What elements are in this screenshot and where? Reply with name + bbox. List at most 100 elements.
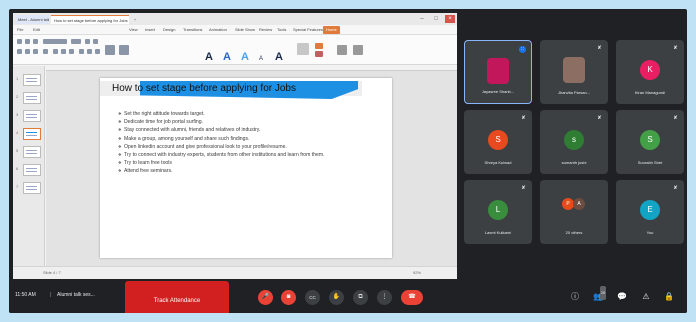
- captions-icon[interactable]: CC: [305, 290, 320, 305]
- new-tab-button[interactable]: +: [131, 15, 139, 24]
- slide-bullet: Set the right attitude towards target.: [118, 110, 386, 118]
- camera-off-icon[interactable]: ◙: [281, 290, 296, 305]
- chat-icon[interactable]: 💬: [615, 290, 629, 304]
- more-options-icon[interactable]: ⋮: [377, 290, 392, 305]
- menu-tools[interactable]: Tools: [277, 26, 286, 34]
- participant-avatar: s: [564, 130, 584, 150]
- leave-call-icon[interactable]: ☎: [401, 290, 423, 305]
- participant-tile[interactable]: L ✘ Laxmi Kulkarni: [464, 180, 532, 244]
- font-name-box[interactable]: [43, 39, 67, 44]
- participant-avatar: E: [640, 200, 660, 220]
- text-style-sample-1[interactable]: A: [205, 51, 213, 63]
- status-bar: Slide 4 / 7 92%: [13, 266, 457, 279]
- menu-view[interactable]: View: [129, 26, 138, 34]
- meeting-info-icon[interactable]: ⓘ: [568, 290, 582, 304]
- people-count-badge: 28: [600, 286, 606, 300]
- activities-icon[interactable]: ⚠: [639, 290, 653, 304]
- zoom-level[interactable]: 92%: [413, 270, 421, 275]
- maximize-icon[interactable]: □: [431, 15, 441, 23]
- text-style-sample-2[interactable]: A: [223, 51, 231, 63]
- close-icon[interactable]: ×: [445, 15, 455, 23]
- slide-thumbnail[interactable]: [23, 110, 41, 122]
- slide-thumbnail[interactable]: [23, 92, 41, 104]
- slide-thumbnail[interactable]: [23, 146, 41, 158]
- text-style-sample-4[interactable]: A: [259, 53, 263, 65]
- line-spacing-icon[interactable]: [95, 49, 100, 54]
- slide-bullet: Open linkedin account and give professio…: [118, 143, 386, 151]
- fill-icon[interactable]: [315, 51, 323, 57]
- minimize-icon[interactable]: –: [417, 15, 427, 23]
- browser-tab-meet[interactable]: Meet - Alumni talk: [15, 15, 49, 24]
- text-style-sample-3[interactable]: A: [241, 51, 249, 63]
- layout-icon[interactable]: [119, 45, 129, 55]
- participant-tile[interactable]: K ✘ Kiran Managundi: [616, 40, 684, 104]
- menu-slide-show[interactable]: Slide Show: [235, 26, 255, 34]
- slide-thumbnail[interactable]: [23, 164, 41, 176]
- grow-font-icon[interactable]: [85, 39, 90, 44]
- slide-number: 2: [16, 94, 19, 99]
- participant-tile[interactable]: ✘ Jhanvita Parsan...: [540, 40, 608, 104]
- people-icon[interactable]: 👥 28: [591, 286, 606, 304]
- menu-insert[interactable]: Insert: [145, 26, 155, 34]
- menu-transitions[interactable]: Transitions: [183, 26, 202, 34]
- new-slide-icon[interactable]: [105, 45, 115, 55]
- current-slide[interactable]: How to set stage before applying for Job…: [100, 78, 392, 258]
- participant-tile[interactable]: ∷ Jayasree Shanb...: [464, 40, 532, 104]
- track-attendance-button[interactable]: Track Attendance: [125, 281, 229, 313]
- participant-name: Jhanvita Parsan...: [557, 90, 591, 95]
- present-screen-icon[interactable]: ⧉: [353, 290, 368, 305]
- bold-icon[interactable]: [17, 49, 22, 54]
- mic-muted-icon: ✘: [673, 115, 678, 121]
- slide-number: 7: [16, 184, 19, 189]
- slide-thumbnail[interactable]: [23, 74, 41, 86]
- shrink-font-icon[interactable]: [93, 39, 98, 44]
- meet-control-bar: 11:50 AM | Alumni talk ses... Track Atte…: [9, 279, 687, 313]
- slide-number: 5: [16, 148, 19, 153]
- slide-number: 4: [16, 130, 19, 135]
- participant-tile[interactable]: s ✘ sumanth joshi: [540, 110, 608, 174]
- numbering-icon[interactable]: [87, 49, 92, 54]
- host-controls-icon[interactable]: 🔒: [662, 290, 676, 304]
- participant-name: You: [646, 230, 654, 235]
- font-size-box[interactable]: [71, 39, 81, 44]
- speaking-icon: ∷: [519, 46, 526, 53]
- raise-hand-icon[interactable]: ✋: [329, 290, 344, 305]
- menu-bar: File Edit View Insert Design Transitions…: [13, 25, 457, 35]
- slide-thumbnail[interactable]: [23, 182, 41, 194]
- browser-tab-presentation[interactable]: How to set stage before applying for Job…: [51, 15, 129, 24]
- select-icon[interactable]: [353, 45, 363, 55]
- participant-avatar: S: [488, 130, 508, 150]
- mic-muted-icon: ✘: [597, 45, 602, 51]
- align-center-icon[interactable]: [61, 49, 66, 54]
- align-right-icon[interactable]: [69, 49, 74, 54]
- paste-icon[interactable]: [17, 39, 22, 44]
- participant-tile[interactable]: S ✘ Sourabh Shet: [616, 110, 684, 174]
- participant-tile[interactable]: P A 20 others: [540, 180, 608, 244]
- bullets-icon[interactable]: [79, 49, 84, 54]
- font-color-icon[interactable]: [43, 49, 48, 54]
- copy-icon[interactable]: [33, 39, 38, 44]
- mic-off-icon[interactable]: 🎤: [258, 290, 273, 305]
- underline-icon[interactable]: [33, 49, 38, 54]
- menu-file[interactable]: File: [17, 26, 23, 34]
- menu-design[interactable]: Design: [163, 26, 175, 34]
- slide-thumbnail-selected[interactable]: [23, 128, 41, 140]
- slide-bullet: Try to connect with industry experts, st…: [118, 151, 386, 159]
- menu-special-features[interactable]: Special Features: [293, 26, 323, 34]
- find-icon[interactable]: [337, 45, 347, 55]
- text-style-sample-5[interactable]: A: [275, 51, 283, 63]
- meet-window: Meet - Alumni talk How to set stage befo…: [9, 9, 687, 313]
- participant-name: Jayasree Shanb...: [481, 89, 515, 94]
- participant-tile[interactable]: S ✘ Shreya Kulwad: [464, 110, 532, 174]
- picture-icon[interactable]: [315, 43, 323, 49]
- menu-edit[interactable]: Edit: [33, 26, 40, 34]
- menu-review[interactable]: Review: [259, 26, 272, 34]
- cut-icon[interactable]: [25, 39, 30, 44]
- menu-home[interactable]: Home: [323, 26, 340, 34]
- participant-tile[interactable]: E ✘ You: [616, 180, 684, 244]
- presentation-share: Meet - Alumni talk How to set stage befo…: [13, 13, 457, 279]
- shape-icon[interactable]: [297, 43, 309, 55]
- menu-animation[interactable]: Animation: [209, 26, 227, 34]
- italic-icon[interactable]: [25, 49, 30, 54]
- align-left-icon[interactable]: [53, 49, 58, 54]
